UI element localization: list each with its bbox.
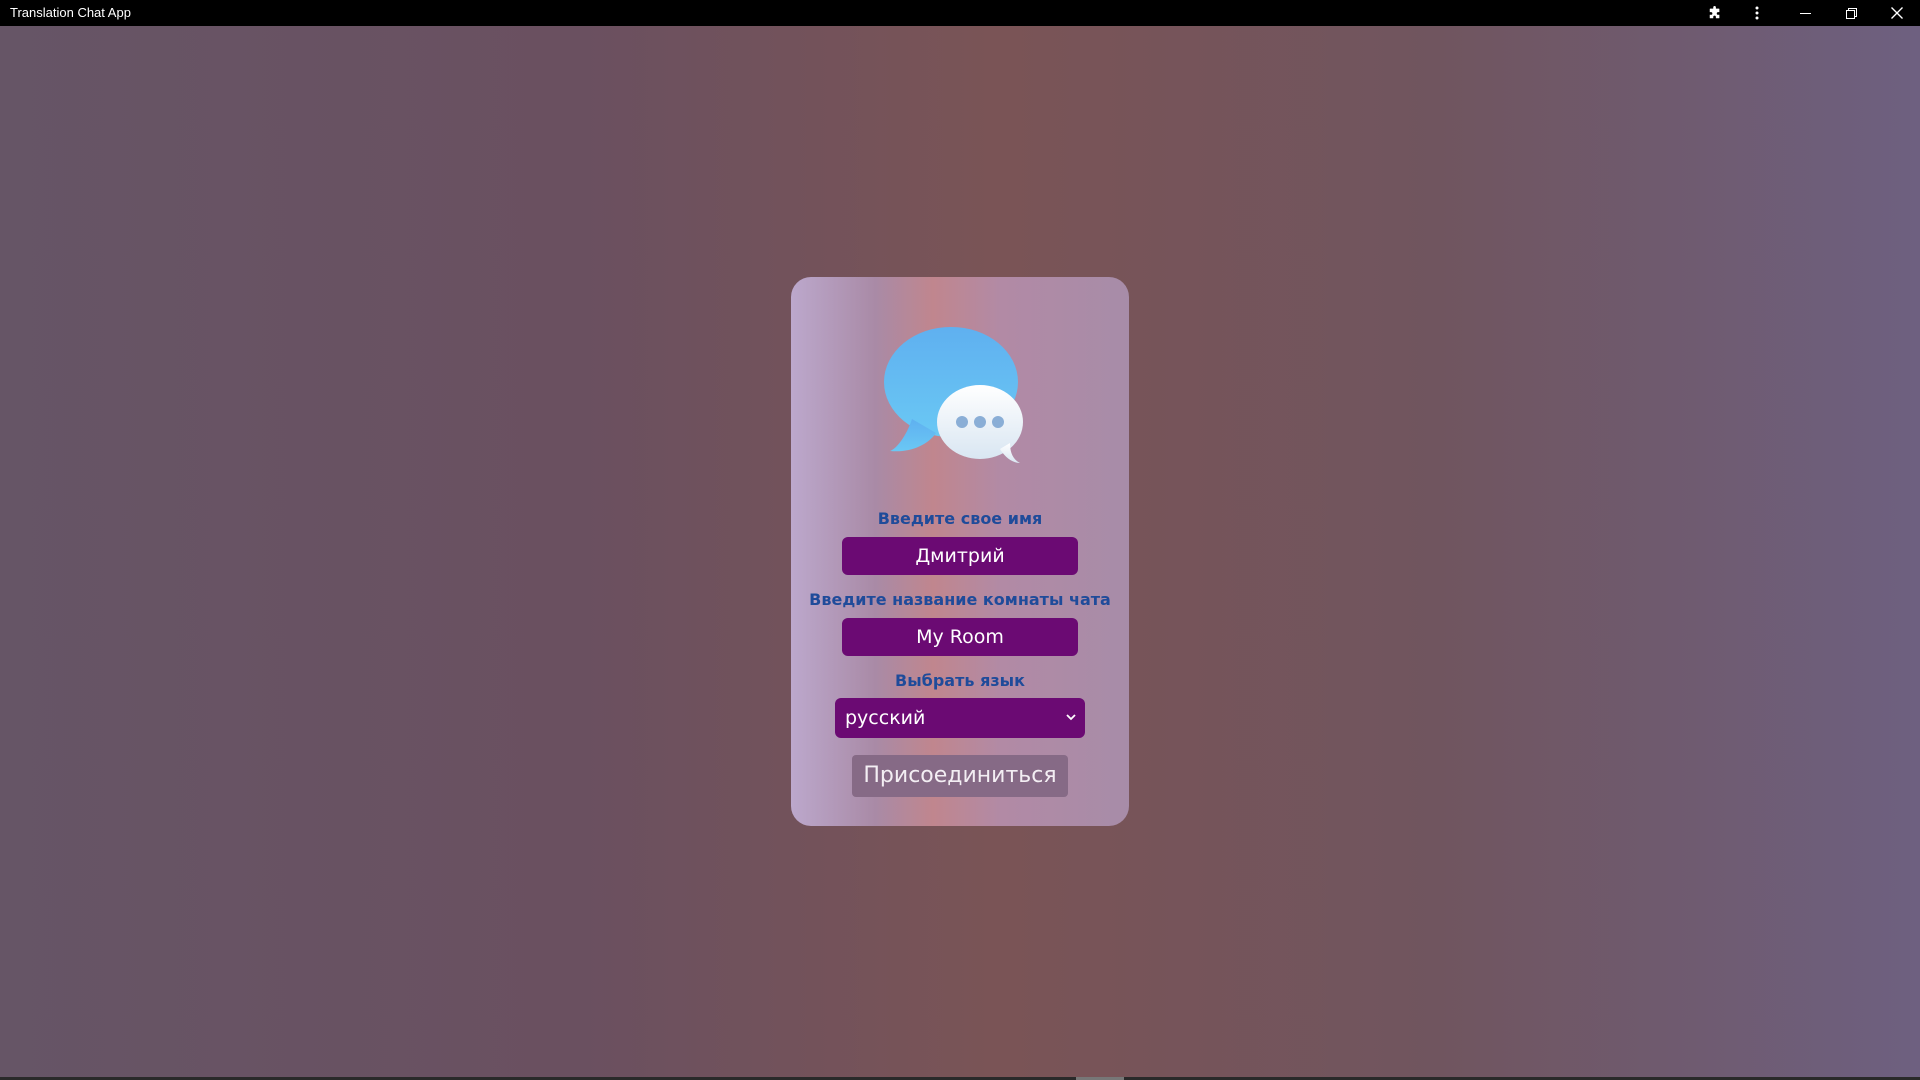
language-label: Выбрать язык [895, 671, 1025, 690]
restore-button[interactable] [1836, 0, 1866, 26]
app-title: Translation Chat App [10, 5, 131, 20]
extensions-button[interactable] [1700, 0, 1730, 26]
app-window: Translation Chat App Введите свое имя Дм… [0, 0, 1920, 1080]
menu-button[interactable] [1742, 0, 1772, 26]
chevron-down-icon [1066, 714, 1076, 721]
close-icon [1891, 7, 1903, 19]
name-input[interactable] [842, 537, 1078, 575]
title-bar[interactable]: Translation Chat App [0, 0, 1920, 26]
minimize-button[interactable] [1790, 0, 1820, 26]
name-label: Введите свое имя [877, 509, 1043, 528]
join-button[interactable]: Присоединиться [852, 755, 1068, 797]
more-vertical-icon [1755, 6, 1759, 20]
room-input[interactable] [842, 618, 1078, 656]
chat-bubbles-icon [884, 327, 1023, 463]
language-select-value: русский [845, 707, 926, 729]
join-card: Введите свое имя Введите название комнат… [791, 277, 1129, 826]
minimize-icon [1799, 12, 1811, 14]
language-select[interactable]: русский [835, 698, 1085, 738]
close-button[interactable] [1882, 0, 1912, 26]
restore-icon [1845, 7, 1857, 19]
puzzle-icon [1709, 6, 1720, 19]
room-label: Введите название комнаты чата [809, 590, 1111, 609]
